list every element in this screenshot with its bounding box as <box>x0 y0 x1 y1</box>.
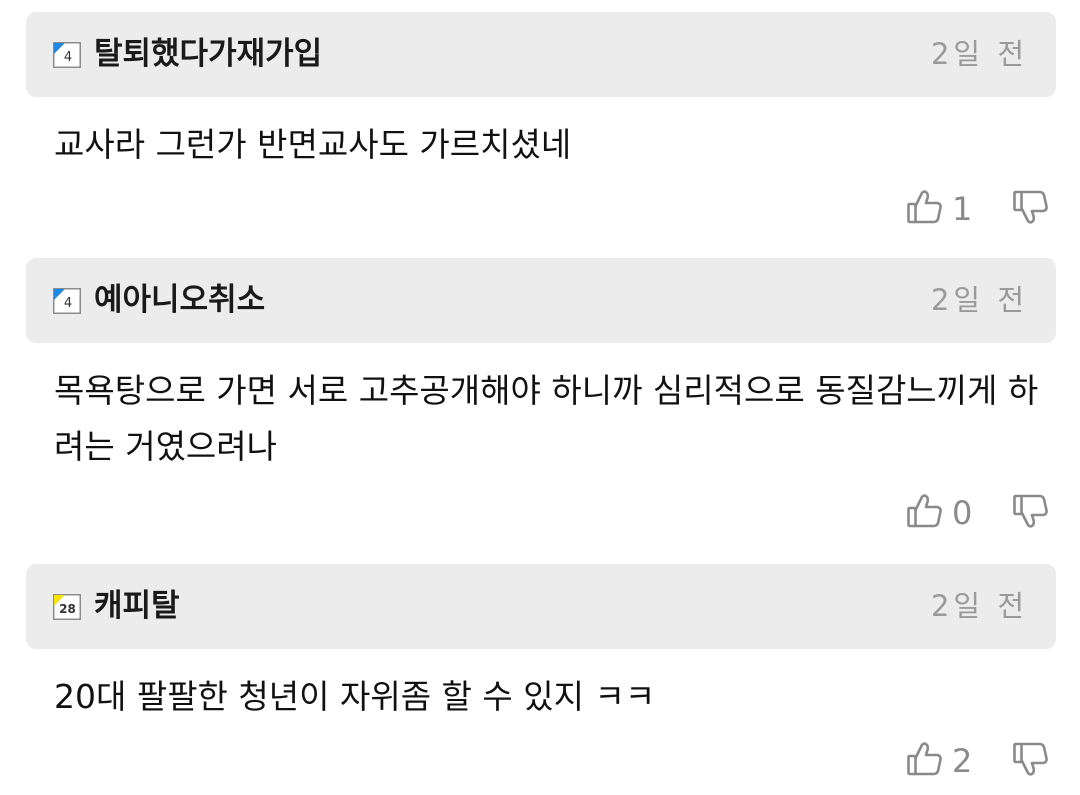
comment-header: 4 예아니오취소 2일 전 <box>26 258 1056 343</box>
vote-bar: 0 <box>906 490 1050 536</box>
thumbs-up-icon <box>906 740 944 782</box>
dislike-button[interactable] <box>1012 188 1050 230</box>
dislike-button[interactable] <box>1012 740 1050 782</box>
level-badge-icon: 4 <box>53 288 81 314</box>
author-nickname[interactable]: 캐피탈 <box>94 586 180 626</box>
comment-time: 2일 전 <box>930 283 1028 317</box>
dislike-button[interactable] <box>1012 492 1050 534</box>
level-badge-icon: 28 <box>53 594 81 620</box>
like-count: 2 <box>952 742 973 780</box>
author-nickname[interactable]: 탈퇴했다가재가입 <box>94 34 322 74</box>
comment-text: 20대 팔팔한 청년이 자위좀 할 수 있지 ㅋㅋ <box>54 677 656 716</box>
comment-text: 목욕탕으로 가면 서로 고추공개해야 하니까 심리적으로 동질감느끼게 하려는 … <box>54 371 1039 466</box>
thumbs-down-icon <box>1012 492 1050 534</box>
level-number: 28 <box>59 602 76 616</box>
thumbs-up-icon <box>906 492 944 534</box>
thumbs-down-icon <box>1012 740 1050 782</box>
thumbs-down-icon <box>1012 188 1050 230</box>
like-count: 0 <box>952 494 973 532</box>
comment-text: 교사라 그런가 반면교사도 가르치셨네 <box>54 125 572 164</box>
like-button[interactable]: 2 <box>906 740 978 782</box>
comment-time: 2일 전 <box>930 589 1028 623</box>
like-count: 1 <box>952 190 973 228</box>
thumbs-up-icon <box>906 188 944 230</box>
comment-time: 2일 전 <box>930 37 1028 71</box>
comment-header: 4 탈퇴했다가재가입 2일 전 <box>26 12 1056 97</box>
level-badge-icon: 4 <box>53 42 81 68</box>
vote-bar: 2 <box>906 738 1050 784</box>
like-button[interactable]: 1 <box>906 188 978 230</box>
author-nickname[interactable]: 예아니오취소 <box>94 280 265 320</box>
level-number: 4 <box>64 50 72 65</box>
like-button[interactable]: 0 <box>906 492 978 534</box>
level-number: 4 <box>64 296 72 311</box>
comment-header: 28 캐피탈 2일 전 <box>26 564 1056 649</box>
vote-bar: 1 <box>906 186 1050 232</box>
